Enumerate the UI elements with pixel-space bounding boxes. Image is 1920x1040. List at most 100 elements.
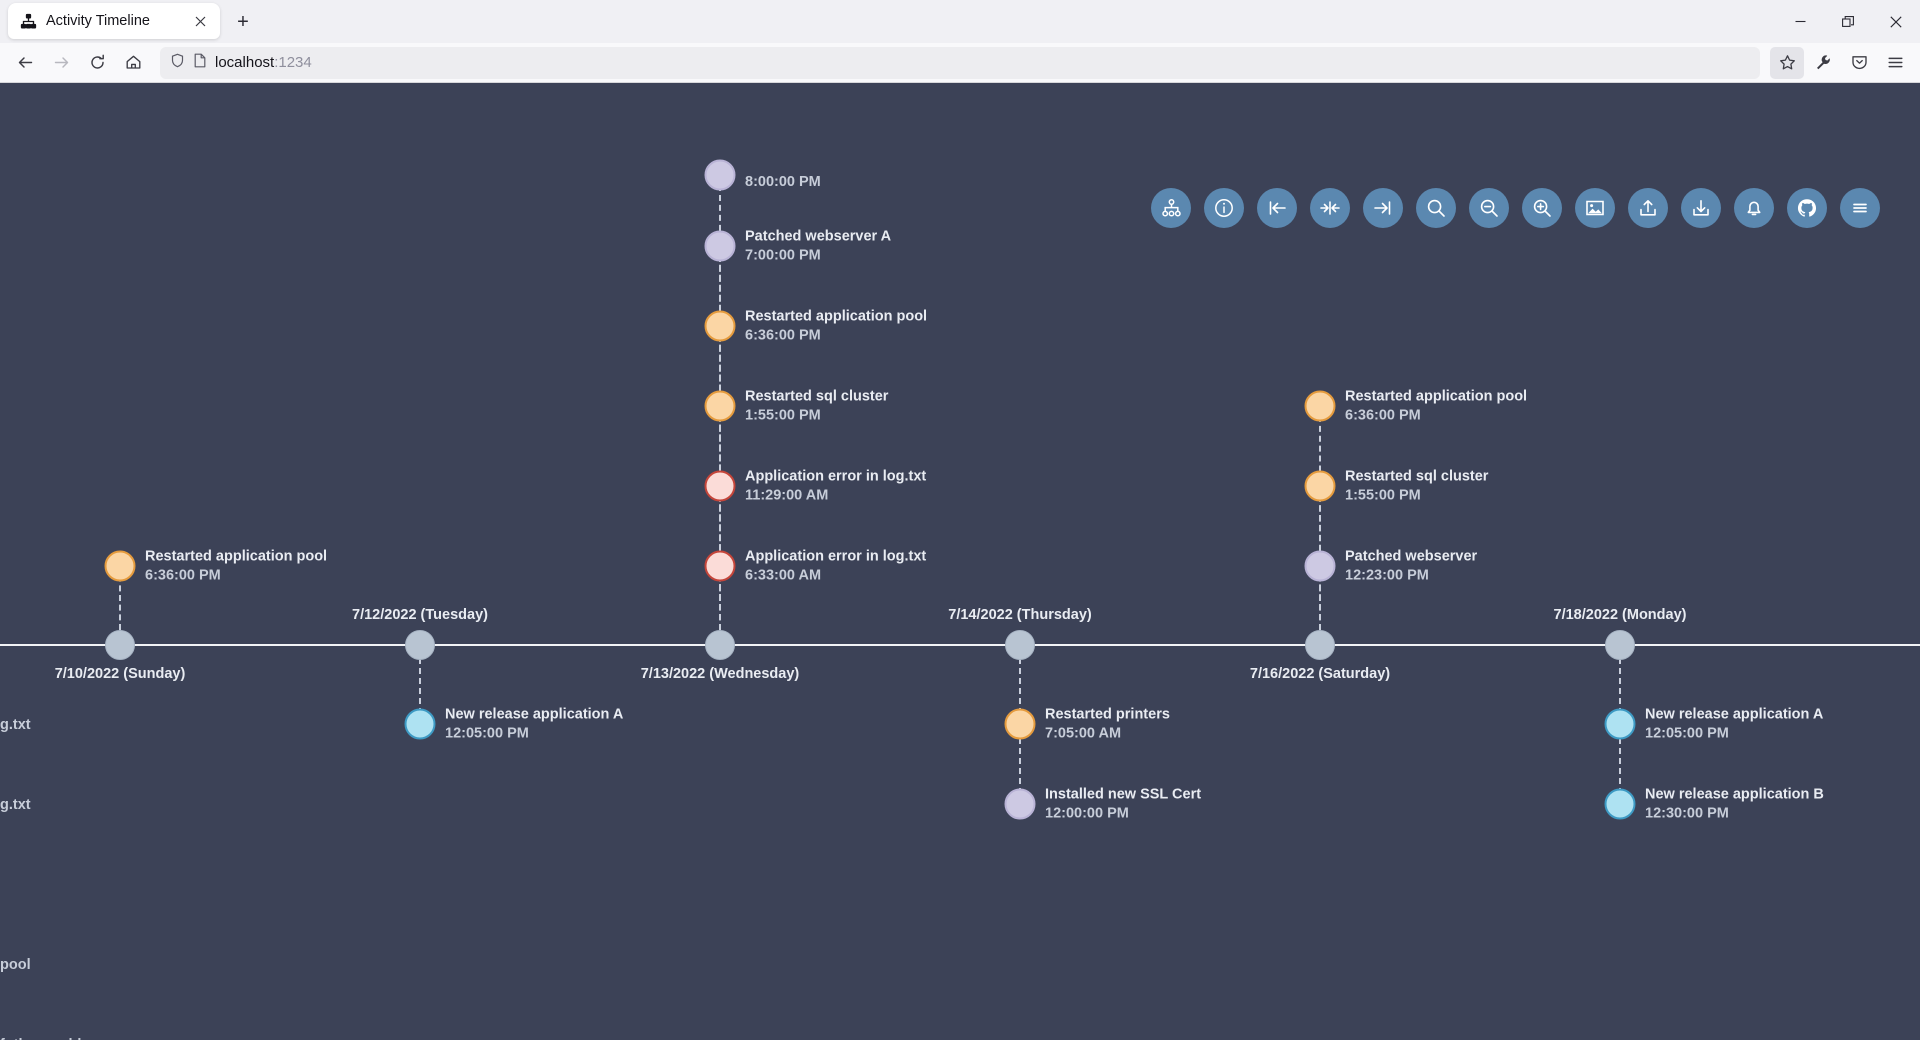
search-button[interactable] bbox=[1416, 188, 1456, 228]
event-dot[interactable] bbox=[704, 159, 736, 191]
axis-tick-label: 7/14/2022 (Thursday) bbox=[948, 607, 1092, 623]
home-icon[interactable] bbox=[116, 47, 150, 79]
zoom-out-button[interactable] bbox=[1469, 188, 1509, 228]
hamburger-menu-icon[interactable] bbox=[1878, 47, 1912, 79]
restore-icon[interactable] bbox=[1824, 0, 1872, 43]
event-label[interactable]: New release application B 12:30:00 PM bbox=[1645, 785, 1824, 822]
window-controls bbox=[1776, 0, 1920, 43]
event-label[interactable]: Restarted application pool 6:36:00 PM bbox=[145, 547, 327, 584]
axis-tick-label: 7/16/2022 (Saturday) bbox=[1249, 666, 1391, 682]
axis-tick-node[interactable] bbox=[1005, 630, 1035, 660]
shield-icon[interactable] bbox=[170, 53, 185, 73]
new-tab-button[interactable]: + bbox=[228, 7, 258, 37]
event-label[interactable]: Restarted application pool 6:36:00 PM bbox=[745, 307, 927, 344]
notifications-button[interactable] bbox=[1734, 188, 1774, 228]
info-button[interactable] bbox=[1204, 188, 1244, 228]
event-time: 12:30:00 PM bbox=[1645, 805, 1729, 821]
menu-button[interactable] bbox=[1840, 188, 1880, 228]
navbar-right-actions bbox=[1770, 46, 1912, 79]
event-label[interactable]: Restarted application pool 6:36:00 PM bbox=[1345, 387, 1527, 424]
event-time: 12:00:00 PM bbox=[1045, 805, 1129, 821]
event-dot[interactable] bbox=[704, 230, 736, 262]
event-label[interactable]: Application error in log.txt 11:29:00 AM bbox=[745, 467, 926, 504]
event-time: 7:00:00 PM bbox=[745, 247, 821, 263]
export-image-button[interactable] bbox=[1575, 188, 1615, 228]
event-dot[interactable] bbox=[404, 708, 436, 740]
event-time: 12:05:00 PM bbox=[445, 725, 529, 741]
event-time: 6:36:00 PM bbox=[1345, 407, 1421, 423]
event-label[interactable]: Restarted sql cluster 1:55:00 PM bbox=[1345, 467, 1488, 504]
event-label[interactable]: Patched webserver A 7:00:00 PM bbox=[745, 227, 891, 264]
event-time: 6:36:00 PM bbox=[745, 327, 821, 343]
star-icon[interactable] bbox=[1770, 46, 1804, 79]
axis-tick-label: 7/13/2022 (Wednesday) bbox=[640, 666, 800, 682]
event-dot[interactable] bbox=[704, 390, 736, 422]
axis-tick-label: 7/18/2022 (Monday) bbox=[1553, 607, 1687, 623]
axis-tick-node[interactable] bbox=[1605, 630, 1635, 660]
event-title: Restarted application pool bbox=[145, 548, 328, 565]
axis-tick-label: 7/12/2022 (Tuesday) bbox=[352, 607, 488, 623]
event-label[interactable]: Installed new SSL Cert 12:00:00 PM bbox=[1045, 785, 1201, 822]
reload-icon[interactable] bbox=[80, 47, 114, 79]
event-title: Patched webserver bbox=[1345, 548, 1478, 565]
event-label[interactable]: Restarted sql cluster 1:55:00 PM bbox=[745, 387, 888, 424]
url-bar[interactable]: localhost:1234 bbox=[160, 46, 1760, 79]
event-dot[interactable] bbox=[704, 310, 736, 342]
event-time: 1:55:00 PM bbox=[745, 407, 821, 423]
event-title: Installed new SSL Cert bbox=[1045, 786, 1202, 803]
event-dot[interactable] bbox=[1304, 470, 1336, 502]
timeline-toolbar bbox=[1151, 188, 1880, 228]
event-label[interactable]: New release application A 12:05:00 PM bbox=[445, 705, 623, 742]
event-dot[interactable] bbox=[1604, 708, 1636, 740]
event-time: 7:05:00 AM bbox=[1045, 725, 1122, 741]
download-button[interactable] bbox=[1681, 188, 1721, 228]
url-host: localhost bbox=[215, 54, 275, 71]
page-icon[interactable] bbox=[193, 53, 207, 73]
event-time: 11:29:00 AM bbox=[745, 487, 829, 503]
axis-tick-node[interactable] bbox=[705, 630, 735, 660]
event-time: 6:36:00 PM bbox=[145, 567, 221, 583]
event-dot[interactable] bbox=[704, 470, 736, 502]
axis-tick-node[interactable] bbox=[405, 630, 435, 660]
zoom-in-button[interactable] bbox=[1522, 188, 1562, 228]
browser-tab[interactable]: Activity Timeline bbox=[8, 3, 220, 39]
event-label[interactable]: Application error in log.txt 6:33:00 AM bbox=[745, 547, 926, 584]
event-label[interactable]: Patched webserver 12:23:00 PM bbox=[1345, 547, 1477, 584]
axis-tick-node[interactable] bbox=[105, 630, 135, 660]
event-title: Restarted sql cluster bbox=[745, 388, 889, 405]
event-dot[interactable] bbox=[1004, 708, 1036, 740]
fit-hierarchy-button[interactable] bbox=[1151, 188, 1191, 228]
collapse-center-button[interactable] bbox=[1310, 188, 1350, 228]
upload-button[interactable] bbox=[1628, 188, 1668, 228]
event-label[interactable]: Restarted printers 7:05:00 AM bbox=[1045, 705, 1170, 742]
jump-start-button[interactable] bbox=[1257, 188, 1297, 228]
axis-tick-node[interactable] bbox=[1305, 630, 1335, 660]
github-button[interactable] bbox=[1787, 188, 1827, 228]
event-time: 8:00:00 PM bbox=[745, 174, 821, 190]
event-title: Restarted printers bbox=[1045, 706, 1170, 723]
back-arrow-icon[interactable] bbox=[8, 47, 42, 79]
event-dot[interactable] bbox=[704, 550, 736, 582]
timeline-canvas[interactable]: 7/10/2022 (Sunday) 7/12/2022 (Tuesday) 7/1… bbox=[0, 83, 1920, 1040]
jump-end-button[interactable] bbox=[1363, 188, 1403, 228]
event-time: 12:23:00 PM bbox=[1345, 567, 1429, 583]
pocket-shield-icon[interactable] bbox=[1842, 47, 1876, 79]
event-dot[interactable] bbox=[1304, 550, 1336, 582]
event-dot[interactable] bbox=[1604, 788, 1636, 820]
minimize-icon[interactable] bbox=[1776, 0, 1824, 43]
event-dot[interactable] bbox=[1304, 390, 1336, 422]
event-title: Patched webserver A bbox=[745, 228, 892, 245]
close-icon[interactable] bbox=[190, 11, 210, 31]
close-icon[interactable] bbox=[1872, 0, 1920, 43]
event-dot[interactable] bbox=[1004, 788, 1036, 820]
forward-arrow-icon[interactable] bbox=[44, 47, 78, 79]
event-title: New release application B bbox=[1645, 786, 1824, 803]
event-dot[interactable] bbox=[104, 550, 136, 582]
event-label[interactable]: New release application A 12:05:00 PM bbox=[1645, 705, 1823, 742]
wrench-icon[interactable] bbox=[1806, 47, 1840, 79]
clipped-event-label: g.txt bbox=[0, 797, 31, 813]
browser-window: Activity Timeline + localhost:1234 7/10/… bbox=[0, 0, 1920, 1040]
url-text: localhost:1234 bbox=[215, 54, 312, 71]
event-title: Application error in log.txt bbox=[745, 548, 927, 565]
event-label[interactable]: 8:00:00 PM bbox=[745, 173, 821, 192]
